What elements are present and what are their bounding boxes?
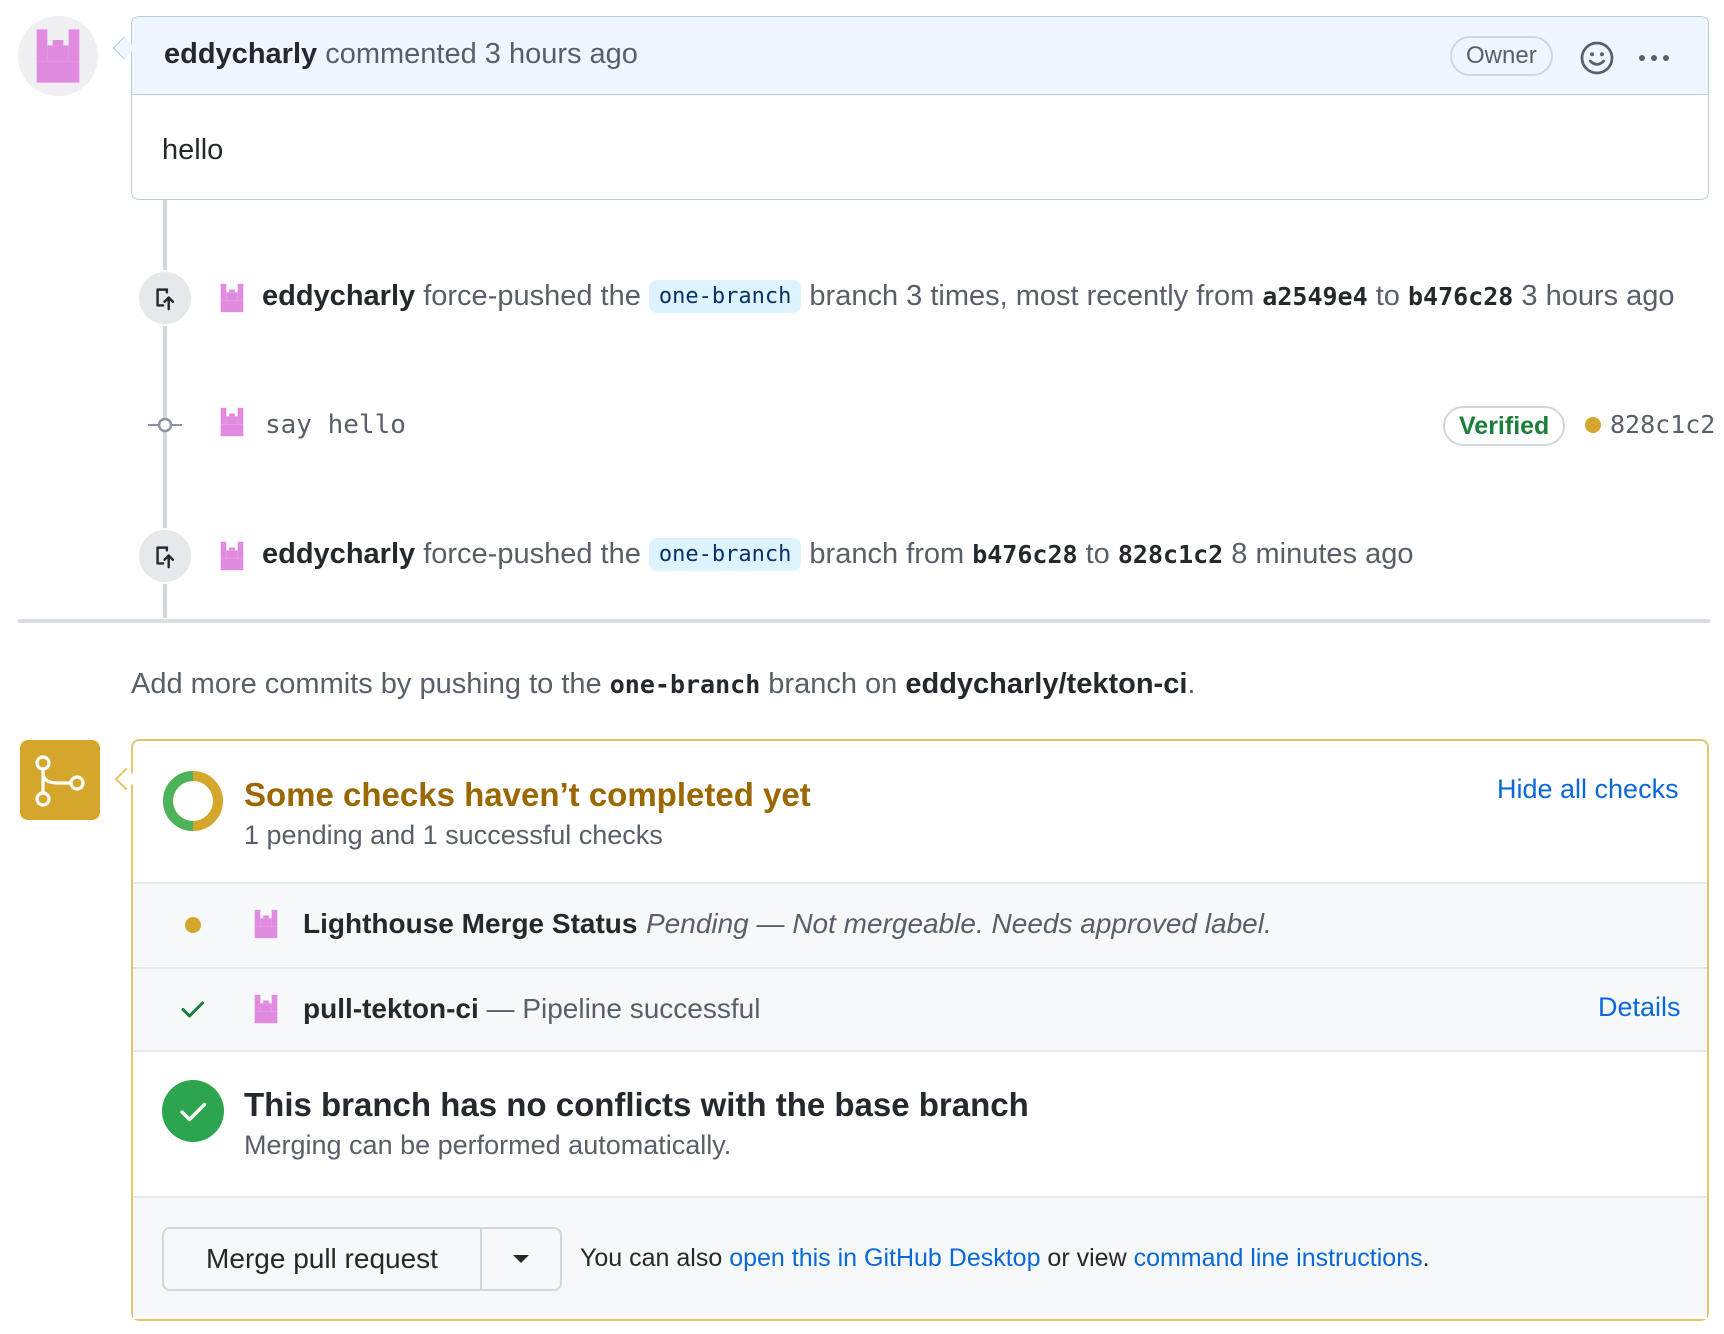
force-push-event: eddycharly force-pushed the one-branch b…	[262, 538, 1414, 571]
check-success-icon	[178, 994, 208, 1024]
event-author-link[interactable]: eddycharly	[262, 538, 415, 570]
commit-icon	[148, 411, 182, 439]
check-details-link[interactable]: Details	[1598, 992, 1681, 1023]
check-description: — Pipeline successful	[478, 993, 761, 1024]
success-check-icon	[162, 1080, 224, 1142]
comment-author-link[interactable]: eddycharly	[164, 38, 317, 70]
owner-badge: Owner	[1450, 36, 1553, 76]
branch-name: one-branch	[609, 670, 761, 699]
commit-sha-link[interactable]: 828c1c2	[1610, 410, 1715, 439]
check-app-avatar[interactable]	[249, 992, 283, 1026]
event-avatar[interactable]	[215, 281, 249, 315]
checks-title: Some checks haven’t completed yet	[244, 776, 811, 813]
event-avatar[interactable]	[215, 539, 249, 573]
event-time[interactable]: 8 minutes ago	[1223, 538, 1413, 570]
comment-meta: eddycharly commented 3 hours ago	[164, 38, 638, 71]
conflicts-subtitle: Merging can be performed automatically.	[244, 1130, 732, 1160]
commit-sha-link[interactable]: b476c28	[1408, 282, 1513, 311]
timeline-divider	[18, 619, 1710, 623]
repo-name: eddycharly/tekton-ci	[905, 668, 1188, 700]
command-line-instructions-link[interactable]: command line instructions	[1134, 1244, 1423, 1272]
author-avatar[interactable]	[18, 16, 98, 96]
kebab-menu-icon[interactable]	[1634, 44, 1674, 72]
force-push-event: eddycharly force-pushed the one-branch b…	[262, 280, 1675, 313]
comment-body: hello	[162, 134, 224, 166]
caret-down-icon	[513, 1255, 529, 1263]
add-reaction-icon[interactable]	[1579, 40, 1615, 76]
check-name: pull-tekton-ci — Pipeline successful	[303, 993, 761, 1024]
merge-method-dropdown[interactable]	[482, 1229, 560, 1289]
event-time[interactable]: 3 hours ago	[1513, 280, 1674, 312]
merge-button-group: Merge pull request	[162, 1227, 562, 1291]
branch-pill[interactable]: one-branch	[648, 280, 802, 313]
commit-sha-link[interactable]: 828c1c2	[1118, 540, 1223, 569]
commit-sha-link[interactable]: b476c28	[972, 540, 1077, 569]
event-author-link[interactable]: eddycharly	[262, 280, 415, 312]
commit-message-link[interactable]: say hello	[265, 410, 406, 440]
force-push-icon	[137, 270, 193, 326]
comment-time[interactable]: commented 3 hours ago	[317, 38, 638, 70]
merge-pull-request-button[interactable]: Merge pull request	[164, 1229, 482, 1289]
hide-all-checks-link[interactable]: Hide all checks	[1497, 774, 1679, 805]
check-name: Lighthouse Merge Status	[303, 908, 638, 939]
conflicts-title: This branch has no conflicts with the ba…	[244, 1086, 1029, 1123]
force-push-icon	[137, 528, 193, 584]
pending-status-icon	[185, 917, 201, 933]
merge-alternatives: You can also open this in GitHub Desktop…	[580, 1244, 1430, 1272]
verified-badge[interactable]: Verified	[1443, 406, 1566, 446]
check-app-avatar[interactable]	[249, 907, 283, 941]
checks-summary: 1 pending and 1 successful checks	[244, 820, 663, 850]
commit-sha-link[interactable]: a2549e4	[1262, 282, 1367, 311]
git-merge-icon	[20, 740, 100, 820]
github-desktop-link[interactable]: open this in GitHub Desktop	[729, 1244, 1040, 1272]
commit-status-dot[interactable]	[1585, 417, 1601, 433]
check-description: Pending — Not mergeable. Needs approved …	[646, 908, 1272, 939]
branch-pill[interactable]: one-branch	[648, 538, 802, 571]
commit-author-avatar[interactable]	[215, 405, 249, 439]
checks-status-ring-icon	[162, 770, 224, 832]
push-hint: Add more commits by pushing to the one-b…	[131, 668, 1196, 700]
